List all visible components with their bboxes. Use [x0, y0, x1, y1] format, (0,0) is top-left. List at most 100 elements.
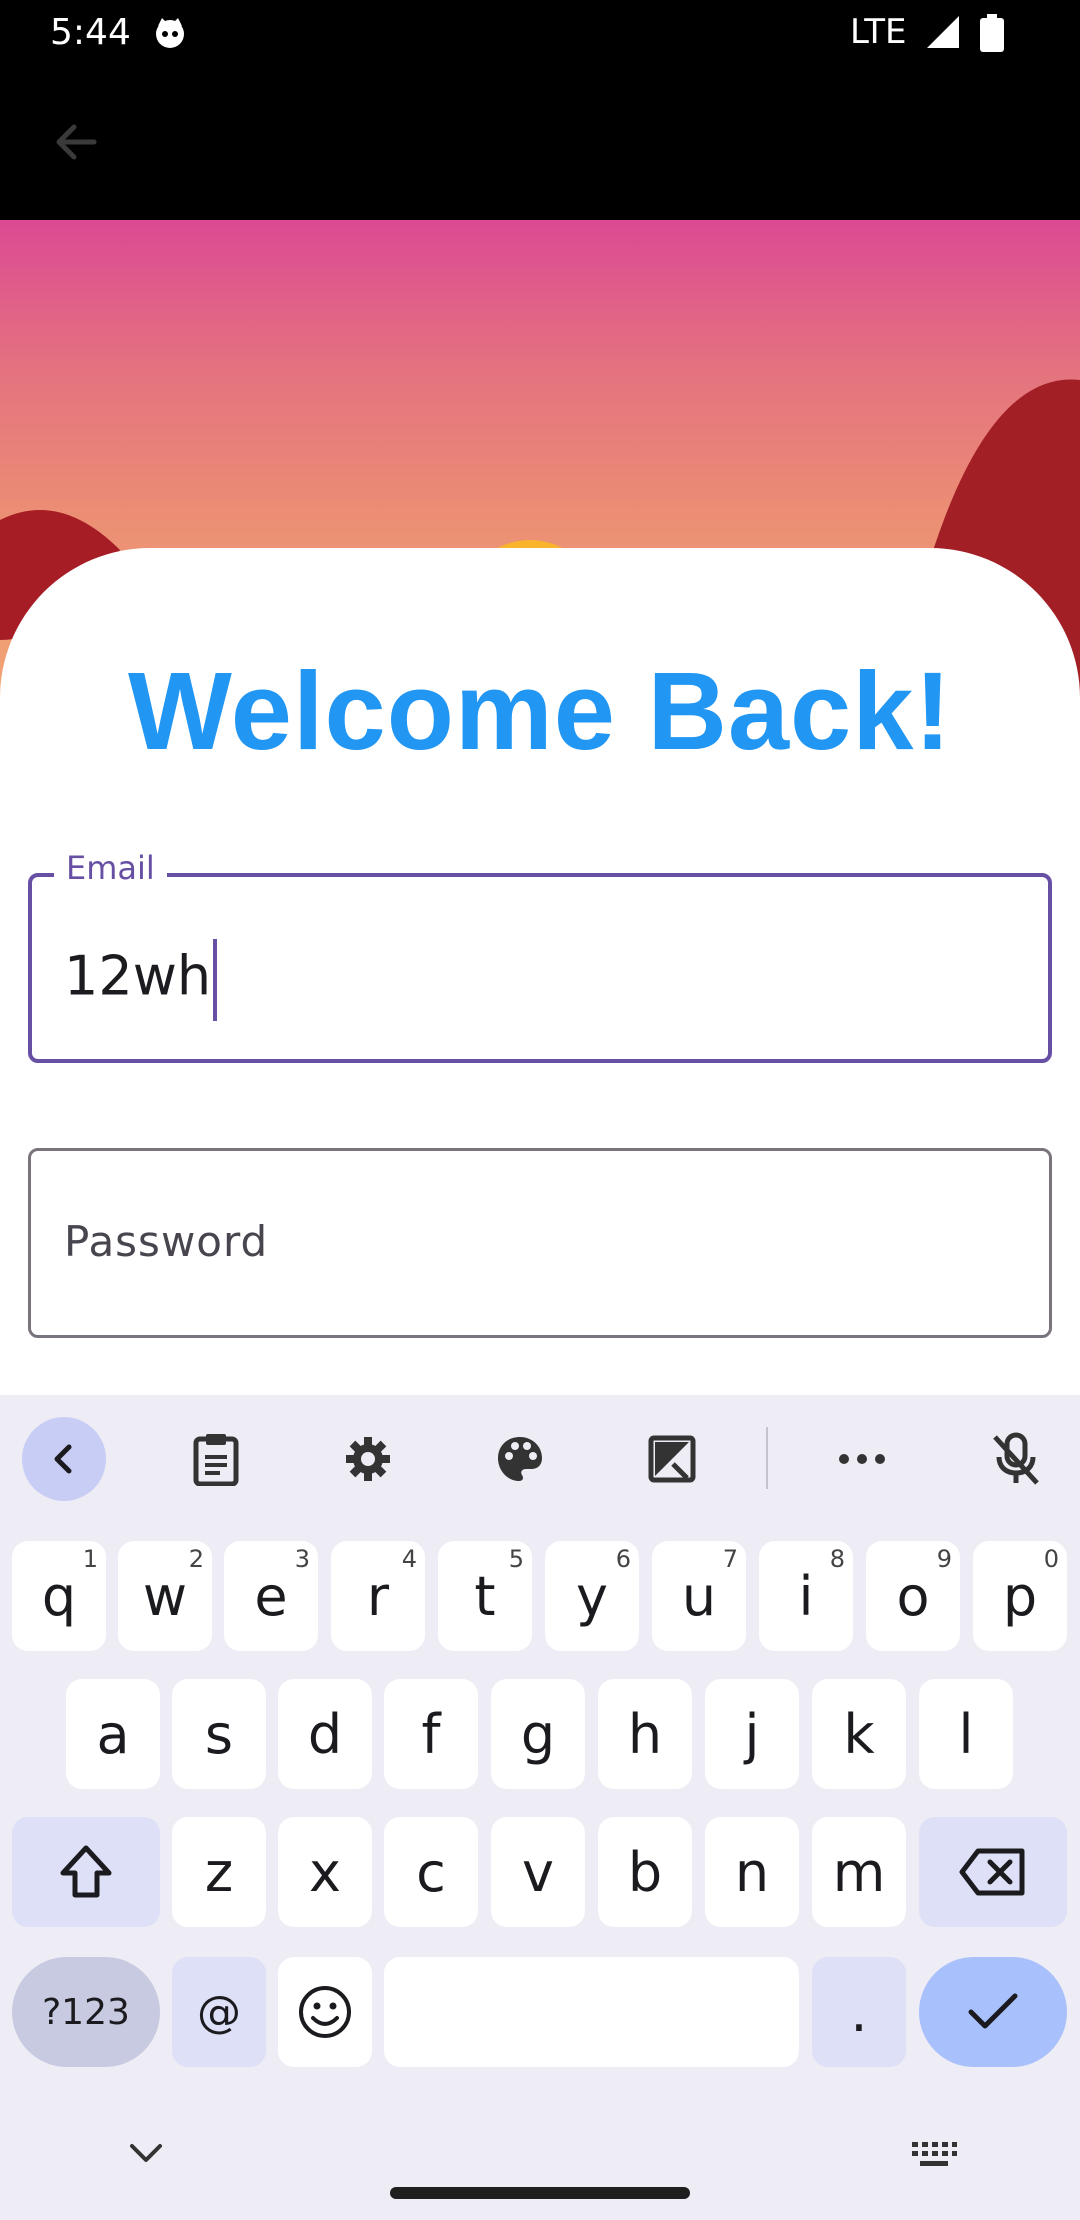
backspace-icon [959, 1848, 1025, 1896]
space-key[interactable] [384, 1957, 799, 2067]
voice-input-button[interactable] [974, 1417, 1058, 1501]
shift-icon [60, 1845, 112, 1898]
theme-button[interactable] [478, 1417, 562, 1501]
key-x[interactable]: x [278, 1817, 372, 1927]
period-key[interactable]: . [812, 1957, 906, 2067]
settings-button[interactable] [326, 1417, 410, 1501]
key-label: n [734, 1840, 770, 1904]
key-label: m [832, 1840, 886, 1904]
key-label: . [850, 1980, 868, 2044]
gear-icon [346, 1437, 390, 1481]
emoji-icon [299, 1986, 351, 2038]
key-h[interactable]: h [598, 1679, 692, 1789]
toolbar-collapse-button[interactable] [22, 1417, 106, 1501]
key-label: s [204, 1702, 234, 1766]
key-label: y [576, 1564, 608, 1628]
key-b[interactable]: b [598, 1817, 692, 1927]
key-label: b [627, 1840, 663, 1904]
enter-key[interactable] [919, 1957, 1067, 2067]
password-field[interactable]: Password [28, 1148, 1052, 1338]
key-label: k [843, 1702, 875, 1766]
key-label: g [520, 1702, 556, 1766]
key-z[interactable]: z [172, 1817, 266, 1927]
home-indicator[interactable] [390, 2187, 690, 2199]
checkmark-icon [968, 1993, 1018, 2029]
key-g[interactable]: g [491, 1679, 585, 1789]
key-hint: 3 [294, 1545, 310, 1573]
chevron-left-icon [54, 1444, 72, 1474]
clipboard-button[interactable] [174, 1417, 258, 1501]
email-label: Email [54, 849, 167, 887]
backspace-key[interactable] [919, 1817, 1067, 1927]
back-arrow-icon[interactable] [48, 114, 104, 170]
hide-keyboard-icon[interactable] [126, 2140, 166, 2166]
key-f[interactable]: f [384, 1679, 478, 1789]
symbols-key[interactable]: ?123 [12, 1957, 160, 2067]
key-label: o [896, 1564, 930, 1628]
key-label: h [627, 1702, 663, 1766]
toolbar-divider [766, 1427, 768, 1489]
key-label: t [474, 1564, 496, 1628]
key-hint: 1 [82, 1545, 98, 1573]
key-hint: 6 [615, 1545, 631, 1573]
key-s[interactable]: s [172, 1679, 266, 1789]
key-hint: 5 [508, 1545, 524, 1573]
key-c[interactable]: c [384, 1817, 478, 1927]
key-r[interactable]: r4 [331, 1541, 425, 1651]
key-label: l [958, 1702, 974, 1766]
key-label: j [744, 1702, 760, 1766]
email-input[interactable]: 12wh [64, 939, 218, 1021]
battery-icon [980, 14, 1004, 52]
text-cursor [213, 939, 218, 1021]
at-key[interactable]: @ [172, 1957, 266, 2067]
key-y[interactable]: y6 [545, 1541, 639, 1651]
key-label: r [366, 1564, 390, 1628]
key-o[interactable]: o9 [866, 1541, 960, 1651]
key-label: u [681, 1564, 717, 1628]
key-label: a [96, 1702, 130, 1766]
key-label: i [798, 1564, 814, 1628]
email-field[interactable]: Email 12wh [28, 849, 1052, 1063]
key-k[interactable]: k [812, 1679, 906, 1789]
key-label: e [254, 1564, 288, 1628]
key-d[interactable]: d [278, 1679, 372, 1789]
key-hint: 2 [188, 1545, 204, 1573]
key-label: x [309, 1840, 341, 1904]
key-l[interactable]: l [919, 1679, 1013, 1789]
key-a[interactable]: a [66, 1679, 160, 1789]
palette-icon [498, 1437, 542, 1481]
key-w[interactable]: w2 [118, 1541, 212, 1651]
key-label: ?123 [42, 1991, 130, 2033]
key-hint: 4 [401, 1545, 417, 1573]
key-e[interactable]: e3 [224, 1541, 318, 1651]
password-placeholder: Password [64, 1217, 269, 1266]
key-i[interactable]: i8 [759, 1541, 853, 1651]
network-type: LTE [850, 12, 907, 52]
keyboard-toolbar [0, 1395, 1080, 1525]
more-button[interactable] [820, 1417, 904, 1501]
key-label: p [1002, 1564, 1038, 1628]
key-p[interactable]: p0 [973, 1541, 1067, 1651]
keyboard-switch-icon[interactable] [910, 2140, 958, 2170]
key-label: v [522, 1840, 554, 1904]
emoji-key[interactable] [278, 1957, 372, 2067]
clipboard-icon [193, 1434, 239, 1486]
key-label: f [421, 1702, 441, 1766]
key-u[interactable]: u7 [652, 1541, 746, 1651]
key-hint: 7 [722, 1545, 738, 1573]
key-hint: 8 [829, 1545, 845, 1573]
key-label: d [307, 1702, 343, 1766]
notification-cat-icon [156, 18, 184, 48]
key-m[interactable]: m [812, 1817, 906, 1927]
page-title: Welcome Back! [127, 650, 953, 773]
key-j[interactable]: j [705, 1679, 799, 1789]
key-q[interactable]: q1 [12, 1541, 106, 1651]
key-n[interactable]: n [705, 1817, 799, 1927]
status-time: 5:44 [50, 12, 131, 53]
key-v[interactable]: v [491, 1817, 585, 1927]
resize-button[interactable] [630, 1417, 714, 1501]
one-handed-icon [648, 1435, 696, 1483]
shift-key[interactable] [12, 1817, 160, 1927]
key-t[interactable]: t5 [438, 1541, 532, 1651]
key-label: c [416, 1840, 446, 1904]
